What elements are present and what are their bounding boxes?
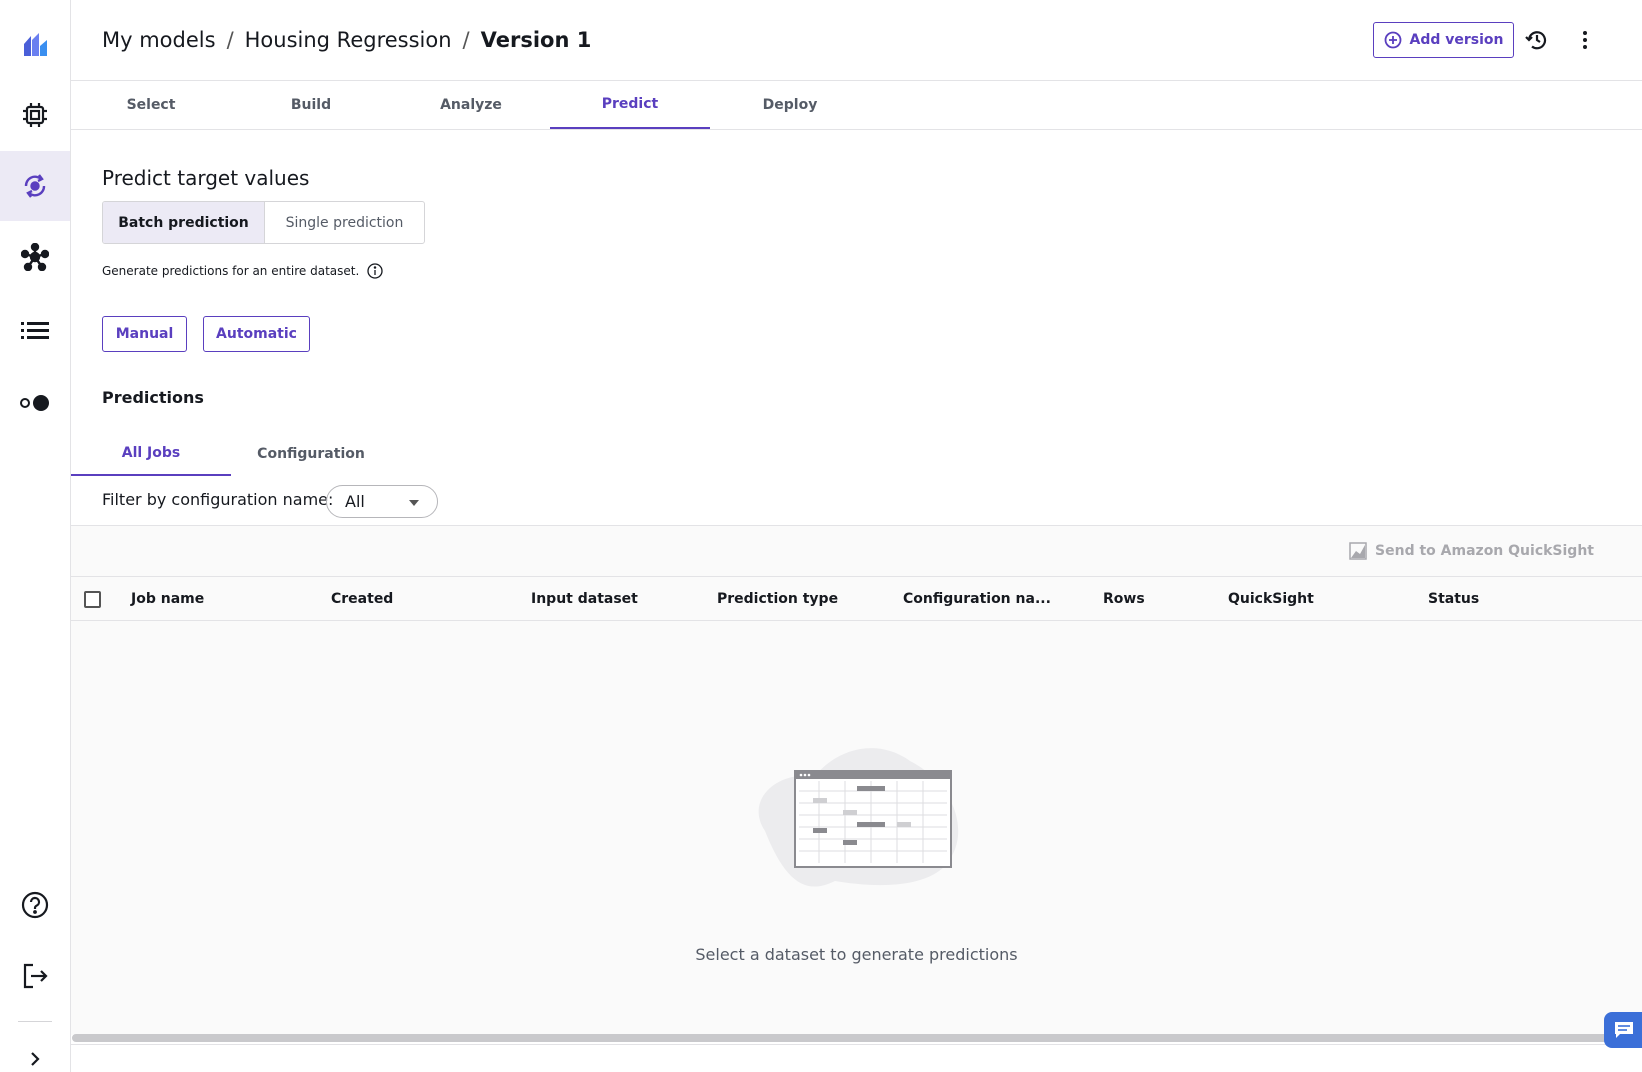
breadcrumb-version: Version 1	[480, 28, 592, 52]
column-input-dataset[interactable]: Input dataset	[531, 577, 638, 621]
plus-circle-icon	[1384, 31, 1401, 49]
bottom-divider	[71, 1044, 1642, 1045]
chevron-down-icon	[409, 500, 419, 506]
tab-build[interactable]: Build	[231, 81, 391, 129]
empty-state: Select a dataset to generate predictions	[71, 741, 1642, 964]
sign-out-icon[interactable]	[0, 941, 70, 1011]
tab-predict[interactable]: Predict	[550, 81, 710, 129]
more-options-icon[interactable]	[1571, 26, 1599, 54]
automatic-button[interactable]: Automatic	[203, 316, 310, 352]
prediction-mode-toggle: Batch prediction Single prediction	[102, 201, 425, 244]
rail-divider	[18, 1021, 52, 1022]
list-icon[interactable]	[0, 296, 70, 366]
tab-all-jobs[interactable]: All Jobs	[71, 432, 231, 476]
breadcrumb-housing-regression[interactable]: Housing Regression	[245, 28, 452, 52]
refresh-model-icon[interactable]	[0, 151, 70, 221]
page-header: My models / Housing Regression / Version…	[71, 0, 1642, 81]
left-rail	[0, 0, 71, 1072]
tab-deploy[interactable]: Deploy	[710, 81, 870, 129]
send-to-quicksight-button[interactable]: Send to Amazon QuickSight	[1349, 542, 1594, 560]
tab-analyze[interactable]: Analyze	[391, 81, 551, 129]
add-version-label: Add version	[1409, 32, 1504, 48]
description-text: Generate predictions for an entire datas…	[102, 264, 360, 278]
info-icon[interactable]	[367, 263, 383, 279]
column-job-name[interactable]: Job name	[131, 577, 204, 621]
filter-value: All	[345, 492, 365, 511]
table-header: Job name Created Input dataset Predictio…	[71, 576, 1642, 621]
send-to-quicksight-label: Send to Amazon QuickSight	[1375, 543, 1594, 559]
add-version-button[interactable]: Add version	[1373, 22, 1514, 58]
history-icon[interactable]	[1523, 26, 1551, 54]
manual-button[interactable]: Manual	[102, 316, 187, 352]
column-prediction-type[interactable]: Prediction type	[717, 577, 838, 621]
chart-icon	[1349, 542, 1367, 560]
app-root: My models / Housing Regression / Version…	[0, 0, 1642, 1072]
chip-icon[interactable]	[0, 80, 70, 150]
batch-prediction-button[interactable]: Batch prediction	[103, 202, 265, 243]
expand-chevron-icon[interactable]	[0, 1050, 70, 1072]
feedback-chat-button[interactable]	[1604, 1012, 1642, 1048]
column-rows[interactable]: Rows	[1103, 577, 1145, 621]
breadcrumb-separator: /	[226, 28, 234, 52]
predict-description: Generate predictions for an entire datas…	[102, 263, 383, 279]
configuration-filter-select[interactable]: All	[326, 485, 438, 518]
horizontal-scrollbar[interactable]	[72, 1034, 1612, 1042]
tab-configuration[interactable]: Configuration	[231, 432, 391, 476]
logo-icon[interactable]	[0, 9, 70, 79]
predictions-table: Send to Amazon QuickSight Job name Creat…	[71, 525, 1642, 1035]
predict-heading: Predict target values	[102, 166, 310, 190]
tab-select[interactable]: Select	[71, 81, 231, 129]
column-created[interactable]: Created	[331, 577, 393, 621]
filter-label: Filter by configuration name:	[102, 490, 334, 509]
column-quicksight[interactable]: QuickSight	[1228, 577, 1314, 621]
empty-table-illustration	[758, 748, 958, 887]
predictions-heading: Predictions	[102, 388, 204, 407]
toggle-icon[interactable]	[0, 368, 70, 438]
workflow-tabs: Select Build Analyze Predict Deploy	[71, 81, 1642, 130]
breadcrumb-my-models[interactable]: My models	[102, 28, 216, 52]
column-configuration-name[interactable]: Configuration na...	[903, 577, 1051, 621]
breadcrumb-separator: /	[462, 28, 470, 52]
select-all-checkbox[interactable]	[84, 591, 101, 608]
breadcrumb: My models / Housing Regression / Version…	[102, 28, 591, 52]
help-icon[interactable]	[0, 870, 70, 940]
network-icon[interactable]	[0, 222, 70, 292]
empty-state-message: Select a dataset to generate predictions	[695, 945, 1018, 964]
column-status[interactable]: Status	[1428, 577, 1479, 621]
single-prediction-button[interactable]: Single prediction	[265, 202, 424, 243]
chat-icon	[1615, 1022, 1633, 1038]
